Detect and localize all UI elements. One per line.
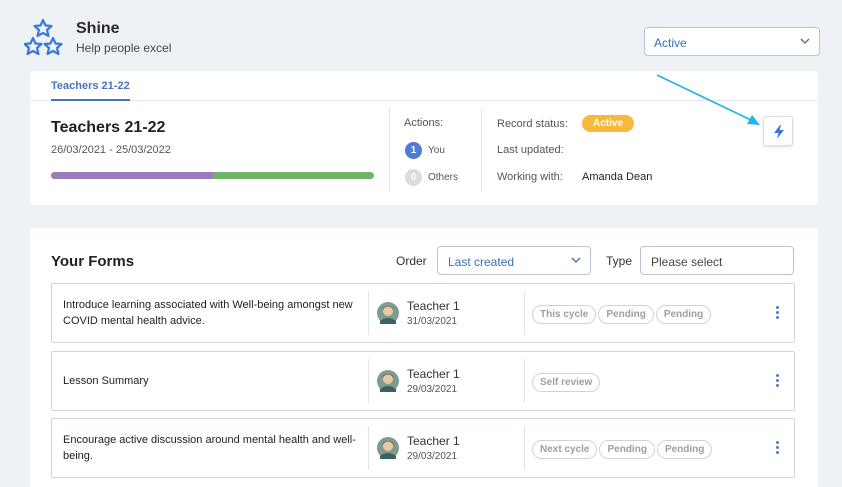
form-row[interactable]: Introduce learning associated with Well-… [51, 283, 795, 343]
stars-logo-icon [24, 18, 63, 56]
actions-you-label: You [428, 145, 445, 157]
form-title: Lesson Summary [63, 375, 149, 387]
divider [368, 426, 369, 470]
order-select-value: Last created [448, 255, 515, 269]
record-status-label: Record status: [497, 118, 568, 130]
status-tag: Self review [532, 373, 601, 392]
teacher-name: Teacher 1 [407, 299, 460, 313]
order-select[interactable]: Last created [437, 246, 591, 275]
working-with-label: Working with: [497, 171, 563, 183]
record-title: Teachers 21-22 [51, 119, 166, 136]
teacher-avatar [377, 302, 399, 324]
type-label: Type [606, 254, 633, 268]
status-tags: Self review [532, 372, 602, 392]
last-updated-label: Last updated: [497, 144, 564, 156]
divider [524, 426, 525, 470]
app-header: Shine Help people excel Active [0, 0, 842, 70]
cycle-progress-bar [51, 172, 374, 179]
chevron-down-icon [571, 257, 581, 263]
divider [368, 359, 369, 403]
form-row[interactable]: Encourage active discussion around menta… [51, 418, 795, 478]
divider [524, 291, 525, 335]
forms-title: Your Forms [51, 253, 135, 270]
forms-card: Your Forms Order Last created Type Pleas… [30, 228, 818, 487]
status-tag: Pending [599, 440, 655, 459]
more-options-icon[interactable] [776, 374, 780, 388]
status-filter-select[interactable]: Active [644, 27, 820, 56]
more-options-icon[interactable] [776, 306, 780, 320]
form-date: 29/03/2021 [407, 384, 458, 395]
tab-teachers-21-22[interactable]: Teachers 21-22 [51, 71, 130, 101]
actions-you-count: 1 [405, 142, 422, 159]
status-tag: Pending [655, 305, 712, 324]
annotation-arrow [656, 74, 760, 125]
lightning-bolt-icon [774, 125, 784, 139]
divider [524, 359, 525, 403]
status-tags: Next cycle Pending Pending [532, 439, 714, 459]
status-tag: Pending [656, 440, 713, 459]
more-options-icon[interactable] [776, 441, 780, 455]
order-label: Order [396, 254, 427, 268]
actions-others-count: 0 [405, 169, 422, 186]
form-title: Introduce learning associated with Well-… [63, 299, 353, 327]
type-select[interactable]: Please select [640, 246, 794, 275]
cycle-progress-fill [51, 172, 213, 179]
actions-you[interactable]: 1 You [405, 142, 445, 159]
working-with-value: Amanda Dean [582, 171, 653, 183]
divider [389, 108, 390, 192]
teacher-avatar [377, 370, 399, 392]
form-date: 31/03/2021 [407, 316, 458, 327]
teacher-avatar [377, 437, 399, 459]
record-status-badge: Active [582, 115, 635, 132]
form-date: 29/03/2021 [407, 451, 458, 462]
chevron-down-icon [800, 38, 810, 44]
form-row[interactable]: Lesson Summary Teacher 1 29/03/2021 Self… [51, 351, 795, 411]
form-title: Encourage active discussion around menta… [63, 434, 356, 462]
divider [481, 108, 482, 192]
status-tags: This cycle Pending Pending [532, 304, 713, 324]
actions-label: Actions: [404, 117, 444, 129]
app-tagline: Help people excel [76, 41, 172, 55]
status-tag: Next cycle [532, 440, 598, 459]
teacher-name: Teacher 1 [407, 434, 460, 448]
status-filter-value: Active [654, 36, 687, 50]
status-tag: This cycle [532, 305, 597, 324]
actions-others-label: Others [428, 172, 459, 184]
record-dates: 26/03/2021 - 25/03/2022 [51, 144, 171, 156]
teacher-name: Teacher 1 [407, 367, 460, 381]
status-tag: Pending [598, 305, 654, 324]
app-name: Shine [76, 20, 120, 37]
actions-others[interactable]: 0 Others [405, 169, 458, 186]
divider [368, 291, 369, 335]
